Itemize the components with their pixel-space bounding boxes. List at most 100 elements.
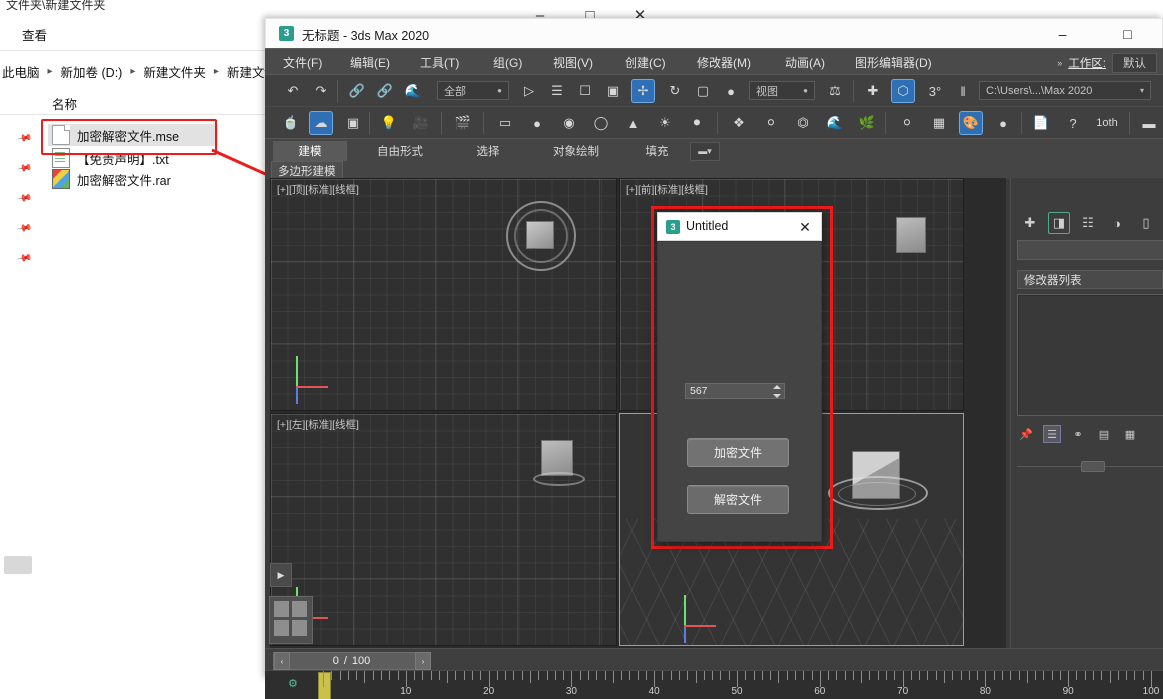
decrypt-file-button[interactable]: 解密文件 [687, 485, 789, 514]
maximize-button[interactable]: □ [1095, 19, 1160, 48]
cloud-object-icon[interactable]: ☁ [309, 111, 333, 135]
redo-icon[interactable]: ↷ [309, 79, 333, 103]
viewport-label-left[interactable]: [+][左][标准][线框] [277, 417, 359, 432]
cylinder-primitive-icon[interactable]: ◉ [557, 111, 581, 135]
helper-icon[interactable]: ⏣ [791, 111, 815, 135]
hierarchy-tab-icon[interactable]: ☷ [1077, 212, 1099, 234]
viewport-top[interactable]: [+][顶][标准][线框] [270, 178, 617, 411]
camera-icon[interactable]: 🎥 [409, 111, 433, 135]
teapot-icon[interactable]: 🍵 [279, 111, 303, 135]
cone-primitive-icon[interactable]: ▲ [621, 111, 645, 135]
unlink-selection-icon[interactable]: 🔗 [373, 79, 397, 103]
ribbon-tab-object-paint[interactable]: 对象绘制 [531, 141, 621, 161]
select-and-manipulate-icon[interactable]: ✚ [861, 79, 885, 103]
render-setup-icon[interactable]: 🎬 [451, 111, 475, 135]
ribbon-tab-freeform[interactable]: 自由形式 [355, 141, 445, 161]
display-tab-icon[interactable]: ▯ [1135, 212, 1157, 234]
compound-object-icon[interactable]: ⚪ [759, 111, 783, 135]
extra-toolbar-icon[interactable]: ▬ [1137, 111, 1161, 135]
viewport-left[interactable]: [+][左][标准][线框] [270, 413, 617, 646]
select-by-name-icon[interactable]: ☰ [545, 79, 569, 103]
object-name-field[interactable] [1017, 240, 1163, 260]
close-icon[interactable]: ✕ [795, 217, 815, 237]
viewport-layout-navigator[interactable] [269, 596, 313, 644]
breadcrumb-item-1[interactable]: 新加卷 (D:) [59, 62, 125, 81]
loth-label[interactable]: 1oth [1089, 111, 1125, 135]
column-header-name[interactable]: 名称 [52, 94, 77, 113]
breadcrumb-item-0[interactable]: 此电脑 [0, 62, 42, 81]
menu-tools[interactable]: 工具(T) [420, 54, 459, 71]
menu-create[interactable]: 创建(C) [625, 54, 666, 71]
window-crossing-icon[interactable]: ▣ [601, 79, 625, 103]
breadcrumb-item-2[interactable]: 新建文件夹 [141, 62, 208, 81]
encrypt-file-button[interactable]: 加密文件 [687, 438, 789, 467]
pin-stack-icon[interactable]: 📌 [1017, 425, 1035, 443]
slate-material-editor-icon[interactable]: 🎨 [959, 111, 983, 135]
undo-icon[interactable]: ↶ [281, 79, 305, 103]
modifier-stack[interactable] [1017, 294, 1163, 416]
key-value-spinner[interactable]: 567 [685, 383, 785, 399]
ribbon-minimize-icon[interactable]: ▬▾ [690, 142, 720, 161]
motion-tab-icon[interactable]: ◑ [1106, 212, 1128, 234]
menu-file[interactable]: 文件(F) [283, 54, 322, 71]
ribbon-tab-modeling[interactable]: 建模 [273, 141, 347, 161]
use-pivot-point-center-icon[interactable]: ⚖ [823, 79, 847, 103]
torus-primitive-icon[interactable]: ◯ [589, 111, 613, 135]
reference-coordinate-combo[interactable]: 视图 ● [749, 81, 815, 100]
select-object-icon[interactable]: ▷ [517, 79, 541, 103]
particle-system-icon[interactable]: ❖ [727, 111, 751, 135]
show-end-result-icon[interactable]: ☰ [1043, 425, 1061, 443]
menu-edit[interactable]: 编辑(E) [350, 54, 390, 71]
menu-modifiers[interactable]: 修改器(M) [697, 54, 751, 71]
help-icon[interactable]: ? [1061, 111, 1085, 135]
menu-group[interactable]: 组(G) [493, 54, 522, 71]
compact-material-editor-icon[interactable]: ▦ [927, 111, 951, 135]
sun-light-icon[interactable]: ☀ [653, 111, 677, 135]
select-and-scale-icon[interactable]: ▢ [691, 79, 715, 103]
key-mode-icon[interactable]: ⚙ [288, 677, 298, 690]
panel-resize-handle[interactable] [1081, 461, 1105, 472]
foliage-icon[interactable]: 🌿 [855, 111, 879, 135]
menu-graph-editors[interactable]: 图形编辑器(D) [855, 54, 932, 71]
select-and-rotate-icon[interactable]: ↻ [663, 79, 687, 103]
project-folder-combo[interactable]: C:\Users\...\Max 2020 ▾ [979, 81, 1151, 100]
reference-coordinate-icon[interactable]: ● [719, 79, 743, 103]
material-editor-icon[interactable]: ▣ [341, 111, 365, 135]
viewport-label-front[interactable]: [+][前][标准][线框] [626, 182, 708, 197]
viewport-label-top[interactable]: [+][顶][标准][线框] [277, 182, 359, 197]
box-primitive-icon[interactable]: ▭ [493, 111, 517, 135]
ribbon-tab-populate[interactable]: 填充 [629, 141, 685, 161]
viewport-playback-button[interactable]: ▶ [270, 563, 292, 587]
menu-views[interactable]: 视图(V) [553, 54, 593, 71]
horizontal-scrollbar-thumb[interactable] [4, 556, 32, 574]
render-to-texture-icon[interactable]: 📄 [1029, 111, 1053, 135]
select-and-link-icon[interactable]: 🔗 [345, 79, 369, 103]
snaps-toggle-icon[interactable]: ⬡ [891, 79, 915, 103]
explorer-view-menu[interactable]: 查看 [22, 25, 47, 44]
light-icon[interactable]: 💡 [377, 111, 401, 135]
workspace-selector[interactable]: » 工作区: 默认 [1057, 53, 1157, 73]
space-warp-icon[interactable]: 🌊 [823, 111, 847, 135]
list-item[interactable]: 加密解密文件.rar [52, 168, 171, 190]
breadcrumb-item-3[interactable]: 新建文f [225, 62, 270, 81]
bind-to-space-warp-icon[interactable]: 🌊 [401, 79, 425, 103]
geosphere-icon[interactable]: ⚫ [685, 111, 709, 135]
make-unique-icon[interactable]: ⚭ [1069, 425, 1087, 443]
material-sphere-icon[interactable]: ⚪ [895, 111, 919, 135]
rectangular-selection-region-icon[interactable]: ☐ [573, 79, 597, 103]
remove-modifier-icon[interactable]: ▤ [1095, 425, 1113, 443]
create-tab-icon[interactable]: ✚ [1019, 212, 1041, 234]
minimize-button[interactable]: – [1030, 19, 1095, 48]
menu-animation[interactable]: 动画(A) [785, 54, 825, 71]
sphere-primitive-icon[interactable]: ● [525, 111, 549, 135]
time-ruler[interactable]: ⚙ 10 20 30 40 50 60 70 80 90 100 [265, 670, 1163, 699]
next-frame-button[interactable]: › [415, 652, 431, 670]
percent-snap-toggle-icon[interactable]: ‖ [951, 79, 975, 103]
modifier-list-label[interactable]: 修改器列表 [1017, 270, 1163, 289]
previous-frame-button[interactable]: ‹ [274, 652, 290, 670]
modify-tab-icon[interactable]: ◨ [1048, 212, 1070, 234]
render-frame-icon[interactable]: ● [991, 111, 1015, 135]
current-frame-field[interactable]: 0 / 100 [273, 652, 430, 670]
spinner-arrows-icon[interactable] [773, 385, 782, 398]
select-and-move-icon[interactable]: ✢ [631, 79, 655, 103]
